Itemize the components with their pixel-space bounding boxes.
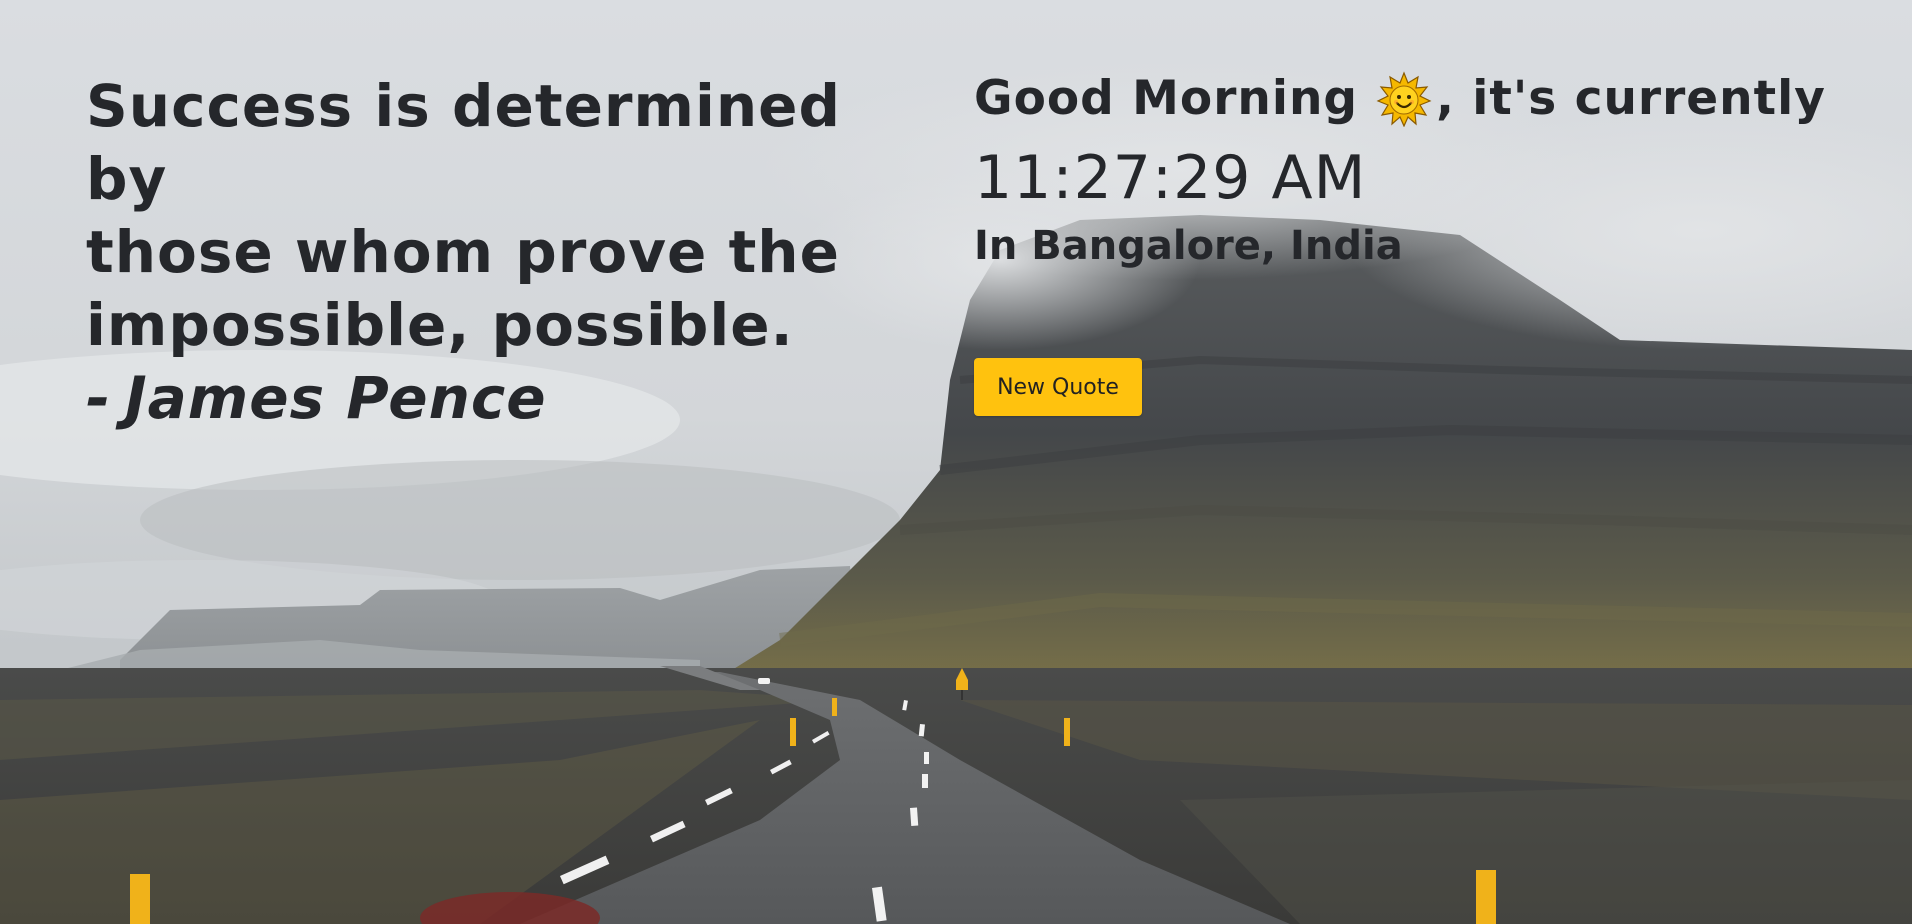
greeting-prefix: Good Morning [974,71,1359,126]
current-time: 11:27:29 AM [974,143,1367,213]
sun-face-icon [1376,71,1432,128]
quote-author-name: James Pence [125,364,547,432]
quote-container: Success is determined by those whom prov… [86,70,906,435]
quote-line: Success is determined by [86,72,841,213]
clock-container: Good Morning , it's currently 11:27:29 A… [974,66,1874,274]
quote-line: impossible, possible. [86,291,794,359]
new-quote-button[interactable]: New Quote [974,358,1142,416]
quote-author: - James Pence [86,362,906,435]
greeting: Good Morning , it's currently [974,66,1874,132]
location-text: In Bangalore, India [974,223,1403,269]
quote-author-dash: - [86,364,112,432]
greeting-suffix: , it's currently [1436,71,1826,126]
quote-text: Success is determined by those whom prov… [86,70,906,362]
quote-line: those whom prove the [86,218,840,286]
